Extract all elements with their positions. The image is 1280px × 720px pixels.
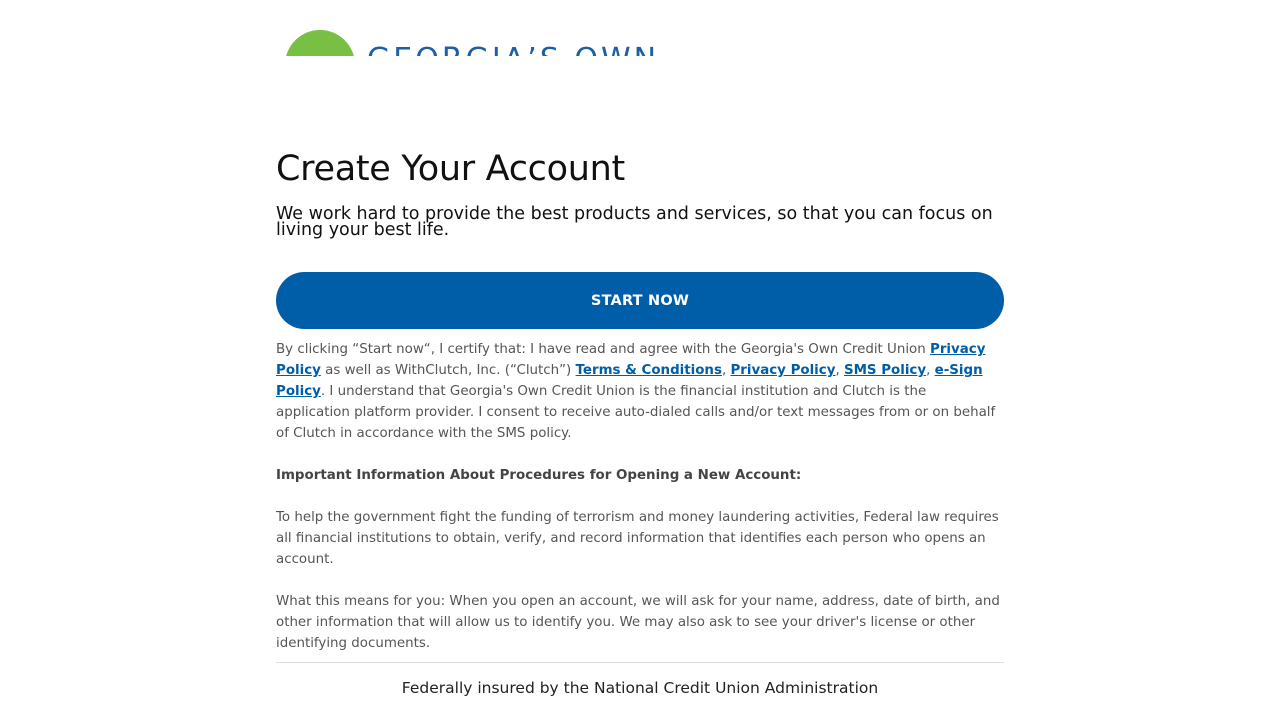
logo-text: GEORGIA’S OWN [367,42,659,56]
ncua-footer-text: Federally insured by the National Credit… [401,679,879,697]
footer-divider [276,662,1004,663]
create-account-section: Create Your Account We work hard to prov… [276,140,1004,697]
consent-separator-3: , [926,363,935,378]
georgias-own-logo[interactable]: GEORGIA’S OWN [285,30,659,56]
consent-text-2: as well as WithClutch, Inc. (“Clutch”) [320,363,576,378]
important-info-heading-text: Important Information About Procedures f… [276,468,802,483]
important-info-paragraph-1: To help the government fight the funding… [276,510,999,567]
consent-text-1: By clicking “Start now“, I certify that:… [276,342,930,357]
terms-conditions-link[interactable]: Terms & Conditions [576,363,722,378]
consent-paragraph: By clicking “Start now“, I certify that:… [276,339,1004,444]
legal-disclosures: By clicking “Start now“, I certify that:… [276,339,1004,654]
logo-circle-icon [285,30,355,56]
start-now-button[interactable]: START NOW [276,272,1004,329]
important-info-heading: Important Information About Procedures f… [276,465,1004,486]
page-title: Create Your Account [276,149,625,189]
privacy-policy-link-clutch[interactable]: Privacy Policy [730,363,835,378]
header-logo-bar: GEORGIA’S OWN [0,0,1280,56]
important-info-paragraph-2: What this means for you: When you open a… [276,594,1000,651]
page-subtitle: We work hard to provide the best product… [276,204,993,240]
consent-separator-2: , [835,363,844,378]
consent-text-3: . I understand that Georgia's Own Credit… [276,384,996,441]
sms-policy-link[interactable]: SMS Policy [844,363,926,378]
